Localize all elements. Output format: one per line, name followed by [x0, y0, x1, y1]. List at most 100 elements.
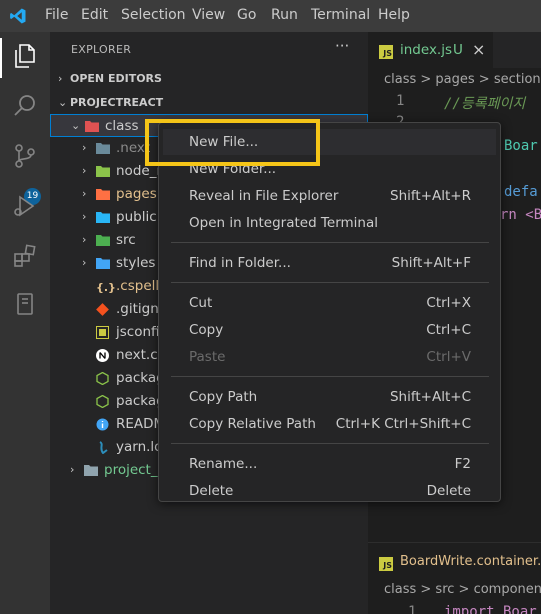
chevron-right-icon: ›	[82, 164, 87, 177]
nodejs-icon	[96, 394, 110, 409]
search-icon[interactable]	[11, 92, 39, 120]
menu-item-label: Cut	[189, 295, 213, 311]
folder-node-icon	[96, 165, 110, 178]
folder-src-icon	[96, 234, 110, 247]
activity-bar: 19	[0, 32, 50, 614]
menu-item-copy-path[interactable]: Copy Path Shift+Alt+C	[163, 384, 496, 410]
menu-go[interactable]: Go	[237, 7, 256, 23]
menu-separator	[171, 242, 489, 243]
extensions-icon[interactable]	[11, 242, 39, 270]
breadcrumb[interactable]: class > pages > section07	[384, 72, 541, 87]
menu-separator	[171, 376, 489, 377]
yarn-icon	[96, 441, 110, 455]
folder-pages-icon	[96, 188, 110, 201]
code-line[interactable]: //등록페이지	[444, 93, 525, 113]
next-n-icon	[96, 349, 110, 362]
menu-edit[interactable]: Edit	[81, 7, 108, 23]
project-section[interactable]: ⌄ PROJECTREACT	[58, 96, 163, 109]
highlight-box	[145, 119, 320, 166]
folder-next-icon	[96, 142, 110, 155]
menu-item-label: Copy Path	[189, 389, 258, 405]
jsconfig-icon	[96, 326, 110, 339]
menu-separator	[171, 443, 489, 444]
breadcrumb[interactable]: class > src > components	[384, 582, 541, 597]
chevron-down-icon: ⌄	[71, 119, 81, 132]
menu-item-shortcut: F2	[454, 456, 471, 472]
run-debug-icon[interactable]	[11, 192, 39, 220]
menu-item-shortcut: Delete	[426, 483, 471, 499]
files-icon[interactable]	[11, 42, 39, 70]
menu-item-reveal-in-file-explorer[interactable]: Reveal in File Explorer Shift+Alt+R	[163, 183, 496, 209]
tab-label: BoardWrite.container.js	[400, 554, 541, 569]
tree-item-label: project_	[104, 462, 158, 478]
tree-item-label: styles	[116, 255, 156, 271]
chevron-right-icon: ›	[82, 233, 87, 246]
menu-view[interactable]: View	[192, 7, 225, 23]
menu-item-rename[interactable]: Rename... F2	[163, 451, 496, 477]
folder-icon	[84, 464, 98, 477]
menu-item-label: Copy	[189, 322, 224, 338]
chevron-right-icon: ›	[82, 256, 87, 269]
open-editors-section[interactable]: › OPEN EDITORS	[58, 72, 162, 85]
menu-terminal[interactable]: Terminal	[311, 7, 370, 23]
menu-item-copy[interactable]: Copy Ctrl+C	[163, 317, 496, 343]
menu-item-copy-relative-path[interactable]: Copy Relative Path Ctrl+K Ctrl+Shift+C	[163, 411, 496, 437]
code-snippet[interactable]: defa	[504, 184, 538, 200]
menu-item-label: Paste	[189, 349, 226, 365]
git-icon	[96, 303, 110, 316]
close-icon[interactable]: ×	[472, 40, 485, 59]
menu-help[interactable]: Help	[378, 7, 410, 23]
menu-item-cut[interactable]: Cut Ctrl+X	[163, 290, 496, 316]
menu-item-delete[interactable]: Delete Delete	[163, 478, 496, 504]
tab-boardwrite-container[interactable]: JS BoardWrite.container.js	[368, 544, 541, 580]
menu-item-shortcut: Shift+Alt+C	[389, 389, 471, 405]
menu-item-label: Open in Integrated Terminal	[189, 215, 378, 231]
menu-item-shortcut: Ctrl+C	[426, 322, 471, 338]
chevron-right-icon: ›	[58, 72, 63, 85]
code-snippet[interactable]: rn <B	[500, 207, 541, 223]
nodejs-icon	[96, 371, 110, 386]
chevron-right-icon: ›	[82, 141, 87, 154]
info-icon	[96, 418, 110, 431]
menu-item-paste: Paste Ctrl+V	[163, 344, 496, 370]
menu-item-shortcut: Shift+Alt+F	[391, 255, 471, 271]
explorer-title: EXPLORER	[71, 43, 132, 56]
tab-bar: JS index.js U ×	[368, 32, 541, 68]
code-line[interactable]: import Boar	[444, 604, 537, 614]
menu-item-find-in-folder[interactable]: Find in Folder... Shift+Alt+F	[163, 250, 496, 276]
menu-item-open-in-integrated-terminal[interactable]: Open in Integrated Terminal	[163, 210, 496, 236]
menu-item-label: Copy Relative Path	[189, 416, 316, 432]
tab-index-js[interactable]: JS index.js U ×	[368, 32, 493, 68]
menu-item-shortcut: Ctrl+X	[426, 295, 471, 311]
vscode-logo-icon	[10, 8, 26, 24]
tree-item-label: src	[116, 232, 136, 248]
folder-styles-icon	[96, 257, 110, 270]
more-actions-icon[interactable]: ···	[335, 37, 349, 55]
menu-item-label: Rename...	[189, 456, 258, 472]
folder-public-icon	[96, 211, 110, 224]
tab-bar-2: JS BoardWrite.container.js	[368, 544, 541, 580]
tab-label: index.js	[400, 42, 453, 58]
js-file-icon: JS	[379, 45, 393, 59]
menu-item-label: Reveal in File Explorer	[189, 188, 339, 204]
json-braces-icon: {.}	[96, 281, 116, 294]
menu-item-shortcut: Ctrl+K Ctrl+Shift+C	[335, 416, 471, 432]
line-number: 1	[408, 604, 417, 614]
line-number: 1	[396, 93, 405, 109]
chevron-down-icon: ⌄	[58, 96, 68, 109]
menu-file[interactable]: File	[45, 7, 68, 23]
untracked-status: U	[453, 42, 463, 58]
active-indicator	[0, 38, 2, 78]
tree-item-label: class	[105, 118, 139, 134]
code-snippet[interactable]: Boar	[504, 138, 538, 154]
menu-separator	[171, 282, 489, 283]
menu-selection[interactable]: Selection	[121, 7, 186, 23]
context-menu: New File... New Folder... Reveal in File E…	[158, 122, 501, 502]
chevron-right-icon: ›	[82, 187, 87, 200]
tree-item-label: yarn.lo	[116, 439, 163, 455]
source-control-icon[interactable]	[11, 142, 39, 170]
chevron-right-icon: ›	[82, 210, 87, 223]
folder-red-open-icon	[85, 120, 99, 133]
remote-explorer-icon[interactable]	[11, 290, 39, 318]
menu-run[interactable]: Run	[271, 7, 298, 23]
